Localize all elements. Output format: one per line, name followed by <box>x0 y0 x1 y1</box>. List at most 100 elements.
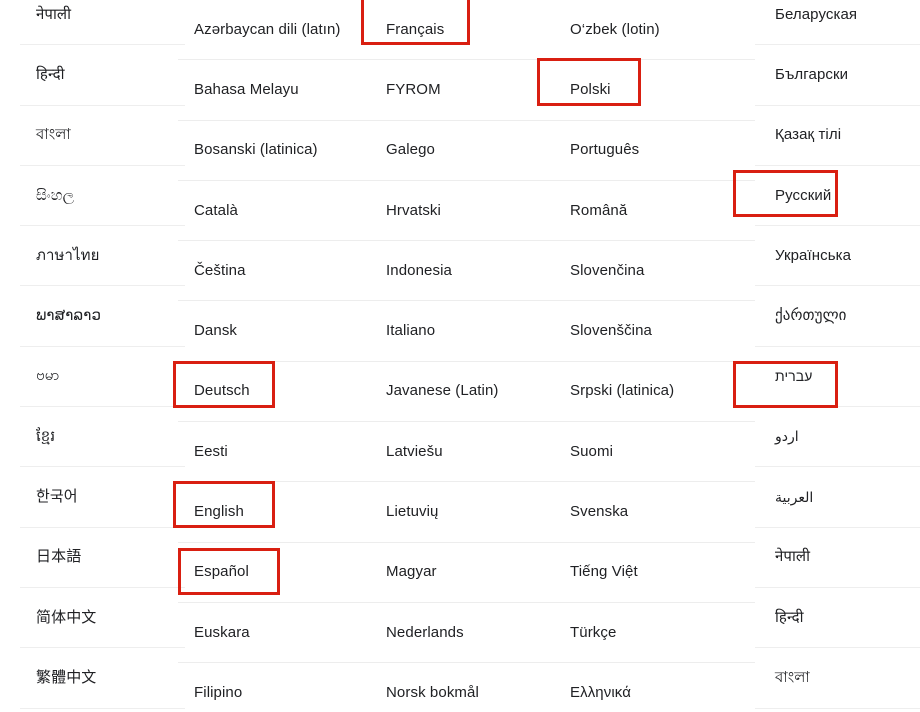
language-option[interactable]: Filipino <box>178 663 370 712</box>
language-option[interactable]: العربية <box>755 467 920 528</box>
language-option[interactable]: Türkçe <box>552 603 755 664</box>
language-option-label: ខ្មែរ <box>36 427 56 445</box>
language-option-label: Български <box>775 65 849 83</box>
language-option[interactable]: 繁體中文 <box>20 648 185 709</box>
language-option-label: Eesti <box>194 442 228 460</box>
language-option[interactable]: Български <box>755 45 920 106</box>
language-option[interactable]: Nederlands <box>370 603 552 664</box>
language-option-label: සිංහල <box>36 186 75 204</box>
language-option[interactable]: Tiếng Việt <box>552 543 755 603</box>
language-option[interactable]: Slovenčina <box>552 241 755 302</box>
column-latin-a-f: Azərbaycan dili (latın) Bahasa Melayu Bosa… <box>178 0 370 712</box>
language-option[interactable]: 한국어 <box>20 467 185 528</box>
language-option-label: Română <box>570 201 628 219</box>
language-option-label: 한국어 <box>36 488 78 506</box>
language-option[interactable]: 简体中文 <box>20 588 185 649</box>
language-option[interactable]: ภาษาไทย <box>20 226 185 287</box>
language-option[interactable]: Українська <box>755 226 920 287</box>
language-option-label: Қазақ тілі <box>775 126 842 144</box>
language-option[interactable]: Indonesia <box>370 241 552 302</box>
language-option[interactable]: Čeština <box>178 241 370 302</box>
language-option[interactable]: සිංහල <box>20 166 185 227</box>
language-option-label: हिन्दी <box>775 608 804 626</box>
language-option[interactable]: Bosanski (latinica) <box>178 121 370 181</box>
language-option[interactable]: 日本語 <box>20 528 185 588</box>
language-option[interactable]: Svenska <box>552 482 755 543</box>
language-option[interactable]: Bahasa Melayu <box>178 60 370 121</box>
language-option-label: Slovenčina <box>570 261 645 279</box>
language-option-label: עברית <box>775 368 813 385</box>
language-option[interactable]: Eesti <box>178 422 370 483</box>
language-option-label: Svenska <box>570 503 629 521</box>
language-option-label: Deutsch <box>194 382 250 400</box>
column-latin-f-n: Français FYROM Galego Hrvatski Indonesia Ital… <box>370 0 552 712</box>
language-option[interactable]: Русский <box>755 166 920 227</box>
language-option[interactable]: Suomi <box>552 422 755 483</box>
language-option[interactable]: ພາສາລາວ <box>20 286 185 347</box>
language-option[interactable]: Euskara <box>178 603 370 664</box>
language-option-label: Català <box>194 201 238 219</box>
language-option[interactable]: हिन्दी <box>755 588 920 649</box>
language-option[interactable]: Galego <box>370 121 552 181</box>
language-option[interactable]: Azərbaycan dili (latın) <box>178 0 370 61</box>
language-option[interactable]: Italiano <box>370 301 552 362</box>
language-option-label: नेपाली <box>36 5 72 23</box>
language-option-label: Norsk bokmål <box>386 683 479 701</box>
language-option-label: Italiano <box>386 322 436 340</box>
language-option[interactable]: Қазақ тілі <box>755 106 920 166</box>
language-option[interactable]: O‘zbek (lotin) <box>552 0 755 61</box>
language-option[interactable]: Slovenščina <box>552 301 755 362</box>
language-option-label: Lietuvių <box>386 503 439 521</box>
language-option-label: Tiếng Việt <box>570 563 638 581</box>
language-option[interactable]: বাংলা <box>20 106 185 166</box>
language-option[interactable]: FYROM <box>370 60 552 121</box>
language-option[interactable]: Français <box>370 0 552 61</box>
language-option-label: Bahasa Melayu <box>194 80 299 98</box>
language-option[interactable]: Srpski (latinica) <box>552 362 755 423</box>
language-option[interactable]: Norsk bokmål <box>370 663 552 712</box>
language-option[interactable]: Dansk <box>178 301 370 362</box>
language-option[interactable]: বাংলা <box>755 648 920 709</box>
language-option[interactable]: Ελληνικά <box>552 663 755 712</box>
language-option[interactable]: ქართული <box>755 286 920 347</box>
language-option-label: Dansk <box>194 322 238 340</box>
language-option-label: Čeština <box>194 261 246 279</box>
language-option[interactable]: Polski <box>552 60 755 121</box>
language-option[interactable]: Javanese (Latin) <box>370 362 552 423</box>
language-option[interactable]: Română <box>552 181 755 242</box>
language-option-label: ພາສາລາວ <box>36 307 102 325</box>
language-option-label: বাংলা <box>775 668 810 686</box>
language-option-label: العربية <box>775 488 814 505</box>
language-option-label: Magyar <box>386 563 437 581</box>
language-option[interactable]: Español <box>178 543 370 603</box>
language-option-label: Nederlands <box>386 623 464 641</box>
language-option[interactable]: हिन्दी <box>20 45 185 106</box>
language-option[interactable]: नेपाली <box>20 0 185 46</box>
language-option[interactable]: Català <box>178 181 370 242</box>
language-option[interactable]: English <box>178 482 370 543</box>
language-option-label: ဗမာ <box>36 367 60 385</box>
language-option-label: 繁體中文 <box>36 668 97 686</box>
language-option[interactable]: Lietuvių <box>370 482 552 543</box>
column-cyrillic-rtl-indic: Беларуская Български Қазақ тілі Русский Укра… <box>755 0 920 709</box>
language-option[interactable]: Latviešu <box>370 422 552 483</box>
language-option[interactable]: Deutsch <box>178 362 370 423</box>
language-option-label: Polski <box>570 80 611 98</box>
language-option-label: Azərbaycan dili (latın) <box>194 20 341 38</box>
language-option[interactable]: Беларуская <box>755 0 920 46</box>
language-selection-screen: नेपाली हिन्दी বাংলা සිංහල ภาษาไทย ພາສາລາວ ဗမာ ខ… <box>0 0 920 712</box>
language-option-label: FYROM <box>386 80 441 98</box>
language-option[interactable]: اردو <box>755 407 920 468</box>
language-option[interactable]: Português <box>552 121 755 181</box>
language-option-label: Srpski (latinica) <box>570 382 675 400</box>
language-option[interactable]: नेपाली <box>755 528 920 588</box>
language-option-label: Português <box>570 141 640 159</box>
language-option[interactable]: ဗမာ <box>20 347 185 408</box>
language-option-label: नेपाली <box>775 548 811 566</box>
column-latin-o-greek: O‘zbek (lotin) Polski Português Română Slove… <box>552 0 755 712</box>
language-option[interactable]: Hrvatski <box>370 181 552 242</box>
language-option-label: Українська <box>775 246 852 264</box>
language-option[interactable]: עברית <box>755 347 920 408</box>
language-option[interactable]: Magyar <box>370 543 552 603</box>
language-option[interactable]: ខ្មែរ <box>20 407 185 468</box>
